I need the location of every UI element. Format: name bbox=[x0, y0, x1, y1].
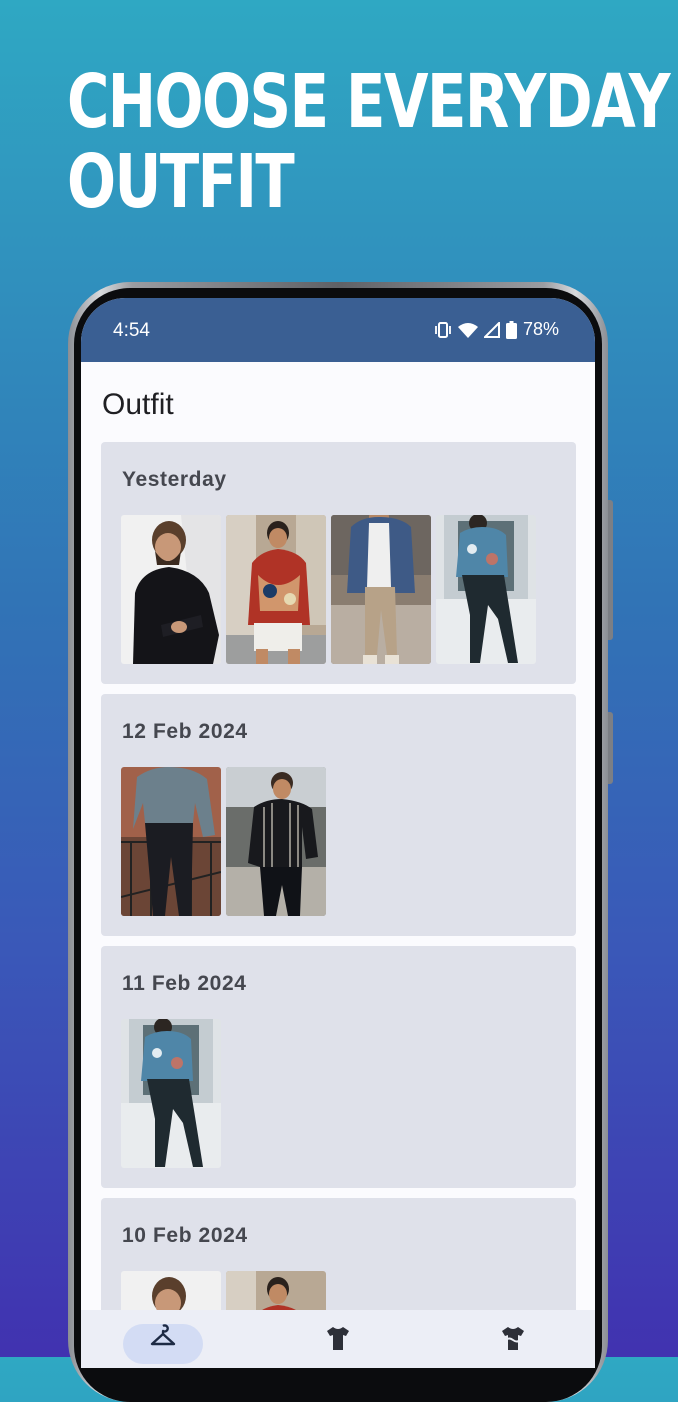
outfit-date: 10 Feb 2024 bbox=[122, 1224, 248, 1247]
outfit-photo[interactable] bbox=[436, 515, 536, 664]
battery-percent: 78% bbox=[522, 319, 559, 339]
bottom-navigation bbox=[81, 1310, 595, 1368]
outfit-date: 12 Feb 2024 bbox=[122, 720, 248, 743]
power-button bbox=[608, 712, 613, 784]
outfit-date: 11 Feb 2024 bbox=[122, 972, 247, 995]
outfit-photo[interactable] bbox=[226, 767, 326, 916]
battery-icon bbox=[505, 320, 517, 339]
outfit-card[interactable]: 12 Feb 2024 bbox=[101, 694, 576, 936]
status-time: 4:54 bbox=[113, 320, 150, 341]
phone-screen: 4:54 78% Outfit Yesterday 12 Feb 2024 11… bbox=[81, 298, 595, 1368]
nav-clothes[interactable] bbox=[298, 1324, 378, 1364]
headline-line-2: OUTFIT bbox=[67, 139, 295, 225]
outfit-photo[interactable] bbox=[331, 515, 431, 664]
signal-icon bbox=[483, 321, 500, 338]
outfit-photo[interactable] bbox=[121, 515, 221, 664]
nav-laundry[interactable] bbox=[473, 1324, 553, 1364]
status-bar: 4:54 78% bbox=[81, 298, 595, 362]
wifi-icon bbox=[457, 322, 478, 338]
laundry-icon bbox=[500, 1324, 526, 1355]
outfit-date: Yesterday bbox=[122, 468, 227, 491]
outfit-photo[interactable] bbox=[121, 767, 221, 916]
outfit-card[interactable]: 11 Feb 2024 bbox=[101, 946, 576, 1188]
tshirt-icon bbox=[325, 1324, 351, 1355]
outfit-photo[interactable] bbox=[121, 1019, 221, 1168]
page-title: Outfit bbox=[102, 388, 174, 421]
headline-line-1: CHOOSE EVERYDAY bbox=[67, 59, 671, 145]
hanger-icon bbox=[150, 1324, 176, 1355]
outfit-card[interactable]: Yesterday bbox=[101, 442, 576, 684]
nav-outfit[interactable] bbox=[123, 1324, 203, 1364]
vibrate-icon bbox=[434, 321, 452, 338]
outfit-photo[interactable] bbox=[226, 515, 326, 664]
promo-headline: CHOOSE EVERYDAY OUTFIT bbox=[67, 59, 671, 225]
volume-button bbox=[608, 500, 613, 640]
